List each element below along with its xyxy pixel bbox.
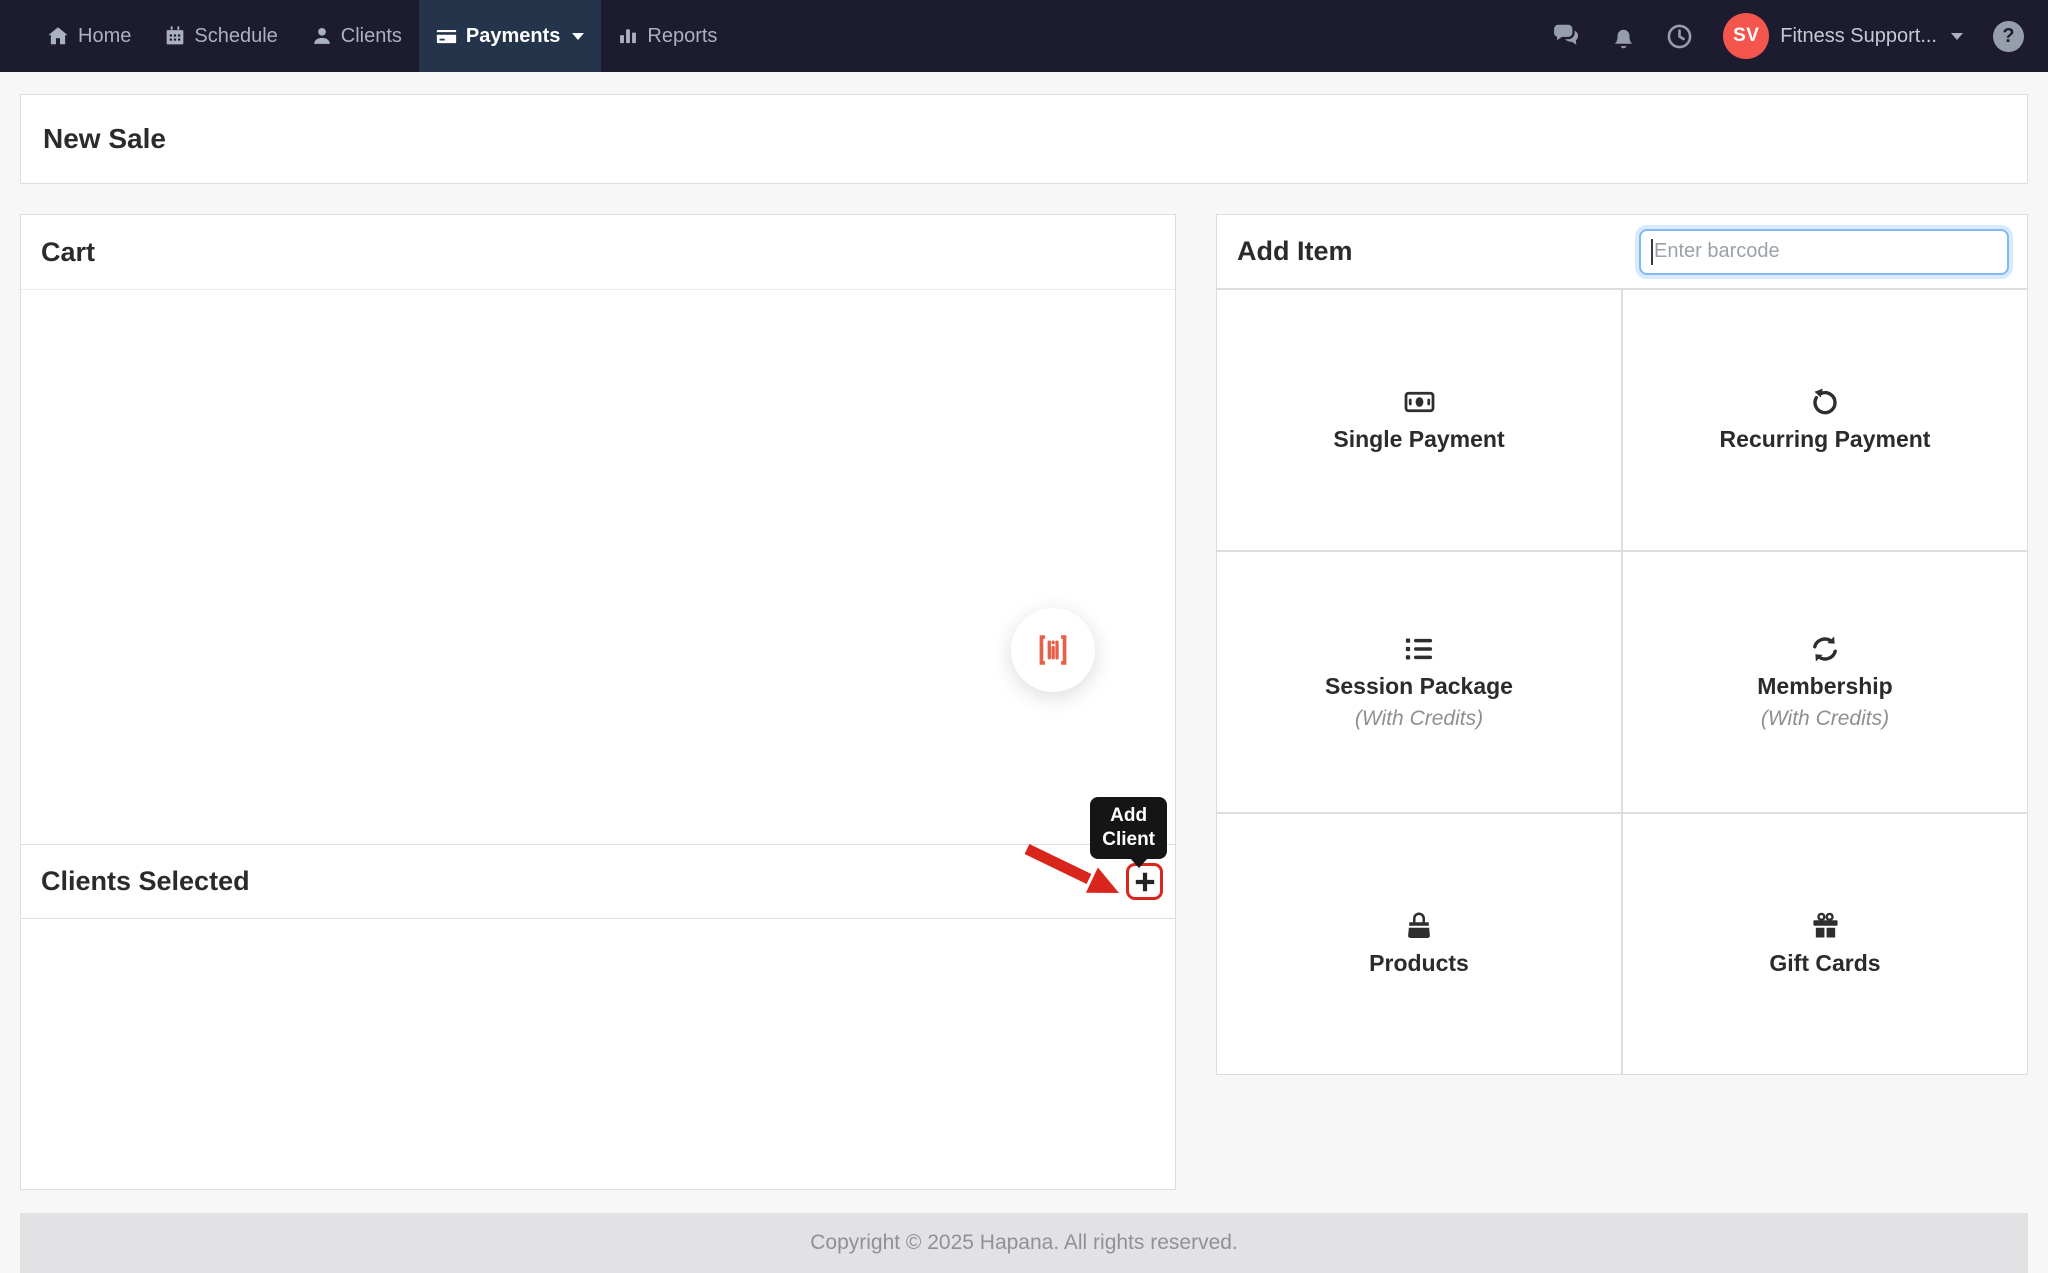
nav-item-payments[interactable]: Payments: [419, 0, 602, 72]
main-row: Cart Clients Selected: [20, 214, 2028, 1190]
add-item-panel: Add Item Single Payment: [1216, 214, 2028, 1075]
bar-chart-icon: [618, 26, 638, 46]
clients-selected-title: Clients Selected: [41, 866, 250, 897]
account-menu[interactable]: SV Fitness Support...: [1723, 13, 1963, 59]
clock-icon: [1666, 23, 1693, 50]
tile-recurring-payment[interactable]: Recurring Payment: [1623, 290, 2027, 550]
calendar-icon: [165, 26, 185, 46]
tile-sublabel: (With Credits): [1355, 707, 1483, 731]
gift-icon: [1811, 911, 1840, 941]
copyright-text: Copyright © 2025 Hapana. All rights rese…: [810, 1231, 1238, 1255]
cart-empty-area: [21, 290, 1175, 844]
tile-label: Single Payment: [1333, 426, 1504, 453]
tile-sublabel: (With Credits): [1761, 707, 1889, 731]
tooltip-line: Add: [1102, 804, 1155, 828]
nav-item-label: Reports: [647, 25, 717, 48]
avatar: SV: [1723, 13, 1769, 59]
add-item-tiles: Single Payment Recurring Payment Session…: [1217, 290, 2027, 1074]
nav-item-clients[interactable]: Clients: [295, 0, 419, 72]
nav-item-schedule[interactable]: Schedule: [148, 0, 294, 72]
tile-session-package[interactable]: Session Package (With Credits): [1217, 552, 1621, 812]
page-content: New Sale Cart: [0, 72, 2048, 1273]
nav-item-home[interactable]: Home: [30, 0, 148, 72]
history-button[interactable]: [1666, 23, 1693, 50]
sync-icon: [1810, 634, 1840, 664]
add-client-button[interactable]: [1126, 863, 1163, 900]
page-title: New Sale: [43, 123, 166, 155]
new-sale-header-card: New Sale: [20, 94, 2028, 184]
add-client-tooltip: Add Client: [1090, 797, 1167, 859]
money-bill-icon: [1403, 387, 1436, 417]
tile-label: Session Package: [1325, 673, 1513, 700]
chat-icon: [1552, 23, 1581, 49]
account-name: Fitness Support...: [1780, 25, 1937, 48]
tile-gift-cards[interactable]: Gift Cards: [1623, 814, 2027, 1074]
tile-products[interactable]: Products: [1217, 814, 1621, 1074]
cart-title: Cart: [41, 237, 95, 268]
add-item-title: Add Item: [1237, 236, 1353, 267]
nav-utilities: SV Fitness Support...: [1552, 0, 2024, 72]
page-footer: Copyright © 2025 Hapana. All rights rese…: [20, 1213, 2028, 1273]
barcode-input-wrap: [1639, 229, 2009, 275]
tile-label: Gift Cards: [1769, 950, 1880, 977]
nav-menu: Home Schedule Clients Payments Report: [30, 0, 734, 72]
nav-item-label: Payments: [466, 25, 561, 48]
tile-membership[interactable]: Membership (With Credits): [1623, 552, 2027, 812]
tile-single-payment[interactable]: Single Payment: [1217, 290, 1621, 550]
nav-item-label: Clients: [341, 25, 402, 48]
home-icon: [47, 25, 69, 47]
clients-selected-empty-area: [21, 919, 1175, 1189]
nav-item-label: Home: [78, 25, 131, 48]
plus-icon: [1133, 870, 1157, 894]
barcode-scan-icon: [1032, 629, 1074, 671]
notifications-button[interactable]: [1611, 23, 1636, 50]
tile-label: Recurring Payment: [1720, 426, 1931, 453]
chevron-down-icon: [1951, 33, 1963, 40]
cart-header: Cart: [21, 215, 1175, 290]
tooltip-line: Client: [1102, 828, 1155, 852]
shopping-bag-icon: [1404, 911, 1434, 941]
user-icon: [312, 26, 332, 46]
cart-panel: Cart Clients Selected: [20, 214, 1176, 1190]
barcode-scan-button[interactable]: [1011, 608, 1095, 692]
credit-card-icon: [436, 26, 457, 47]
bell-icon: [1611, 23, 1636, 50]
top-navbar: Home Schedule Clients Payments Report: [0, 0, 2048, 72]
rotate-left-icon: [1810, 387, 1840, 417]
nav-item-reports[interactable]: Reports: [601, 0, 734, 72]
nav-item-label: Schedule: [194, 25, 277, 48]
help-icon[interactable]: [1993, 21, 2024, 52]
text-cursor: [1651, 239, 1653, 265]
tile-label: Products: [1369, 950, 1469, 977]
barcode-input[interactable]: [1639, 229, 2009, 275]
list-icon: [1404, 634, 1434, 664]
clients-selected-header: Clients Selected: [21, 844, 1175, 919]
add-item-header: Add Item: [1217, 215, 2027, 290]
chevron-down-icon: [572, 33, 584, 40]
tile-label: Membership: [1757, 673, 1892, 700]
messages-button[interactable]: [1552, 23, 1581, 49]
